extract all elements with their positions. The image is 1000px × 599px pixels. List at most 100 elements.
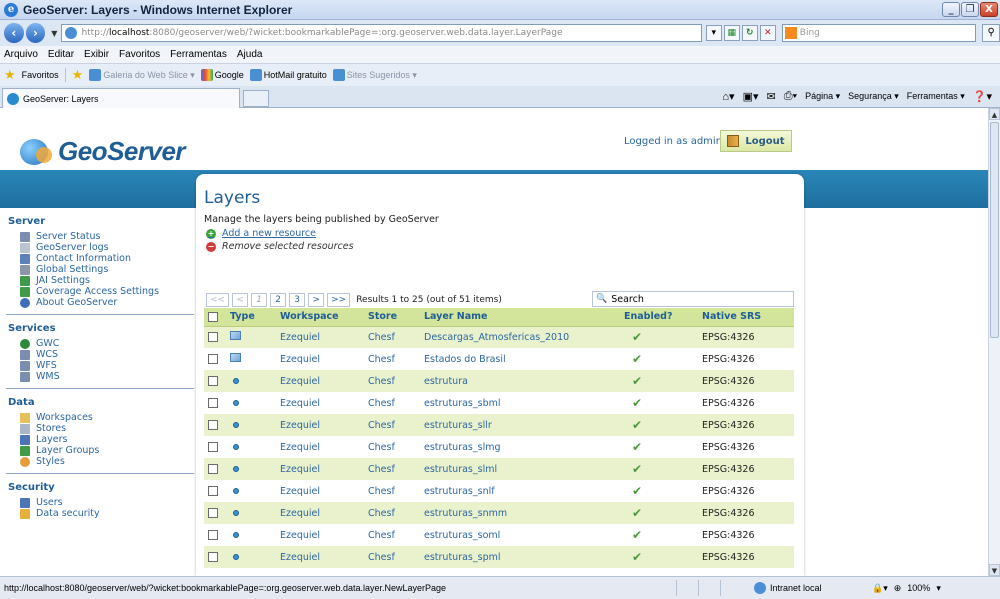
col-native-srs[interactable]: Native SRS [698, 308, 794, 327]
remove-resources-link[interactable]: − Remove selected resources [206, 241, 354, 252]
select-all-checkbox[interactable] [208, 311, 218, 322]
layer-name-cell[interactable]: Estados do Brasil [420, 348, 620, 370]
workspace-cell[interactable]: Ezequiel [276, 326, 364, 348]
row-checkbox[interactable] [208, 332, 218, 343]
sidebar-item-wfs[interactable]: WFS [6, 360, 196, 371]
row-checkbox[interactable] [208, 530, 218, 540]
table-row[interactable]: Ezequiel Chesf estruturas_soml ✔ EPSG:4326 [204, 524, 794, 546]
sidebar-item-layers[interactable]: Layers [6, 434, 196, 445]
sidebar-item-workspaces[interactable]: Workspaces [6, 412, 196, 423]
favorites-star-icon[interactable]: ★ [4, 67, 16, 83]
table-row[interactable]: Ezequiel Chesf estrutura ✔ EPSG:4326 [204, 370, 794, 392]
layer-name-cell[interactable]: estrutura [420, 370, 620, 392]
tab-geoserver-layers[interactable]: GeoServer: Layers [2, 88, 240, 108]
col-layer-name[interactable]: Layer Name [420, 308, 620, 327]
scroll-down-button[interactable]: ▼ [989, 564, 1000, 576]
add-resource-link[interactable]: + Add a new resource [206, 228, 316, 239]
sidebar-item-wcs[interactable]: WCS [6, 349, 196, 360]
workspace-cell[interactable]: Ezequiel [276, 502, 364, 524]
history-dropdown-icon[interactable]: ▼ [51, 29, 57, 38]
scroll-up-button[interactable]: ▲ [989, 108, 1000, 120]
favorites-button[interactable]: Favoritos [22, 70, 59, 80]
add-favorite-icon[interactable]: ★ [72, 67, 84, 83]
row-checkbox[interactable] [208, 486, 218, 496]
layer-name-cell[interactable]: estruturas_spml [420, 546, 620, 568]
logout-button[interactable]: Logout [720, 130, 792, 152]
workspace-cell[interactable]: Ezequiel [276, 392, 364, 414]
sidebar-item-contact-information[interactable]: Contact Information [6, 253, 196, 264]
workspace-cell[interactable]: Ezequiel [276, 546, 364, 568]
store-cell[interactable]: Chesf [364, 524, 420, 546]
store-cell[interactable]: Chesf [364, 370, 420, 392]
row-checkbox[interactable] [208, 354, 218, 364]
page-menu[interactable]: Página ▾ [805, 91, 840, 102]
row-checkbox[interactable] [208, 464, 218, 474]
table-row[interactable]: Ezequiel Chesf estruturas_sllr ✔ EPSG:4326 [204, 414, 794, 436]
scroll-thumb[interactable] [990, 122, 999, 338]
workspace-cell[interactable]: Ezequiel [276, 458, 364, 480]
workspace-cell[interactable]: Ezequiel [276, 348, 364, 370]
layer-search-input[interactable]: 🔍 Search [592, 291, 794, 307]
first-page-button[interactable]: << [206, 293, 230, 307]
sidebar-item-server-status[interactable]: Server Status [6, 231, 196, 242]
layer-name-cell[interactable]: estruturas_sbml [420, 392, 620, 414]
tools-menu[interactable]: Ferramentas ▾ [907, 91, 965, 102]
compat-view-icon[interactable]: ▦ [723, 25, 740, 41]
url-dropdown-icon[interactable]: ▾ [705, 25, 722, 41]
geoserver-logo[interactable]: GeoServer [18, 136, 186, 167]
zoom-control[interactable]: 🔒▾ ⊕ 100% ▾ [872, 583, 941, 594]
workspace-cell[interactable]: Ezequiel [276, 524, 364, 546]
row-checkbox[interactable] [208, 552, 218, 562]
stop-icon[interactable]: ✕ [759, 25, 776, 41]
layer-name-cell[interactable]: Descargas_Atmosfericas_2010 [420, 326, 620, 348]
menu-ajuda[interactable]: Ajuda [237, 49, 263, 60]
menu-favoritos[interactable]: Favoritos [119, 49, 160, 60]
help-icon[interactable]: ❓▾ [973, 90, 992, 103]
store-cell[interactable]: Chesf [364, 546, 420, 568]
security-zone[interactable]: Intranet local [754, 582, 864, 594]
security-menu[interactable]: Segurança ▾ [848, 91, 899, 102]
maximize-button[interactable]: ❐ [961, 2, 979, 17]
new-tab-button[interactable] [243, 90, 269, 107]
store-cell[interactable]: Chesf [364, 502, 420, 524]
row-checkbox[interactable] [208, 376, 218, 386]
store-cell[interactable]: Chesf [364, 414, 420, 436]
page-scrollbar[interactable]: ▲ ▼ [988, 108, 1000, 576]
row-checkbox[interactable] [208, 508, 218, 518]
feeds-icon[interactable]: ▣▾ [743, 90, 759, 103]
layer-name-cell[interactable]: estruturas_soml [420, 524, 620, 546]
layer-name-cell[interactable]: estruturas_snlf [420, 480, 620, 502]
sidebar-item-stores[interactable]: Stores [6, 423, 196, 434]
store-cell[interactable]: Chesf [364, 480, 420, 502]
fav-hotmail[interactable]: HotMail gratuito [249, 69, 327, 81]
table-row[interactable]: Ezequiel Chesf estruturas_slmg ✔ EPSG:4326 [204, 436, 794, 458]
menu-exibir[interactable]: Exibir [84, 49, 109, 60]
table-row[interactable]: Ezequiel Chesf Descargas_Atmosfericas_2010… [204, 326, 794, 348]
mail-icon[interactable]: ✉ [766, 90, 775, 103]
row-checkbox[interactable] [208, 442, 218, 452]
workspace-cell[interactable]: Ezequiel [276, 414, 364, 436]
forward-button[interactable]: › [25, 23, 46, 43]
workspace-cell[interactable]: Ezequiel [276, 436, 364, 458]
home-icon[interactable]: ⌂▾ [722, 90, 734, 103]
layer-name-cell[interactable]: estruturas_slmg [420, 436, 620, 458]
sidebar-item-styles[interactable]: Styles [6, 456, 196, 467]
menu-ferramentas[interactable]: Ferramentas [170, 49, 227, 60]
store-cell[interactable]: Chesf [364, 326, 420, 348]
next-page-button[interactable]: > [308, 293, 325, 307]
web-search-button[interactable]: ⚲ [982, 24, 1000, 42]
prev-page-button[interactable]: < [232, 293, 249, 307]
workspace-cell[interactable]: Ezequiel [276, 480, 364, 502]
layer-name-cell[interactable]: estruturas_slml [420, 458, 620, 480]
menu-editar[interactable]: Editar [48, 49, 74, 60]
table-row[interactable]: Ezequiel Chesf estruturas_snmm ✔ EPSG:4326 [204, 502, 794, 524]
layer-name-cell[interactable]: estruturas_sllr [420, 414, 620, 436]
table-row[interactable]: Ezequiel Chesf estruturas_slml ✔ EPSG:4326 [204, 458, 794, 480]
sidebar-item-global-settings[interactable]: Global Settings [6, 264, 196, 275]
fav-google[interactable]: Google [200, 69, 244, 81]
layer-name-cell[interactable]: estruturas_snmm [420, 502, 620, 524]
url-field[interactable]: http://localhost:8080/geoserver/web/?wic… [61, 24, 702, 42]
sidebar-item-wms[interactable]: WMS [6, 371, 196, 382]
store-cell[interactable]: Chesf [364, 348, 420, 370]
sidebar-item-gwc[interactable]: GWC [6, 338, 196, 349]
